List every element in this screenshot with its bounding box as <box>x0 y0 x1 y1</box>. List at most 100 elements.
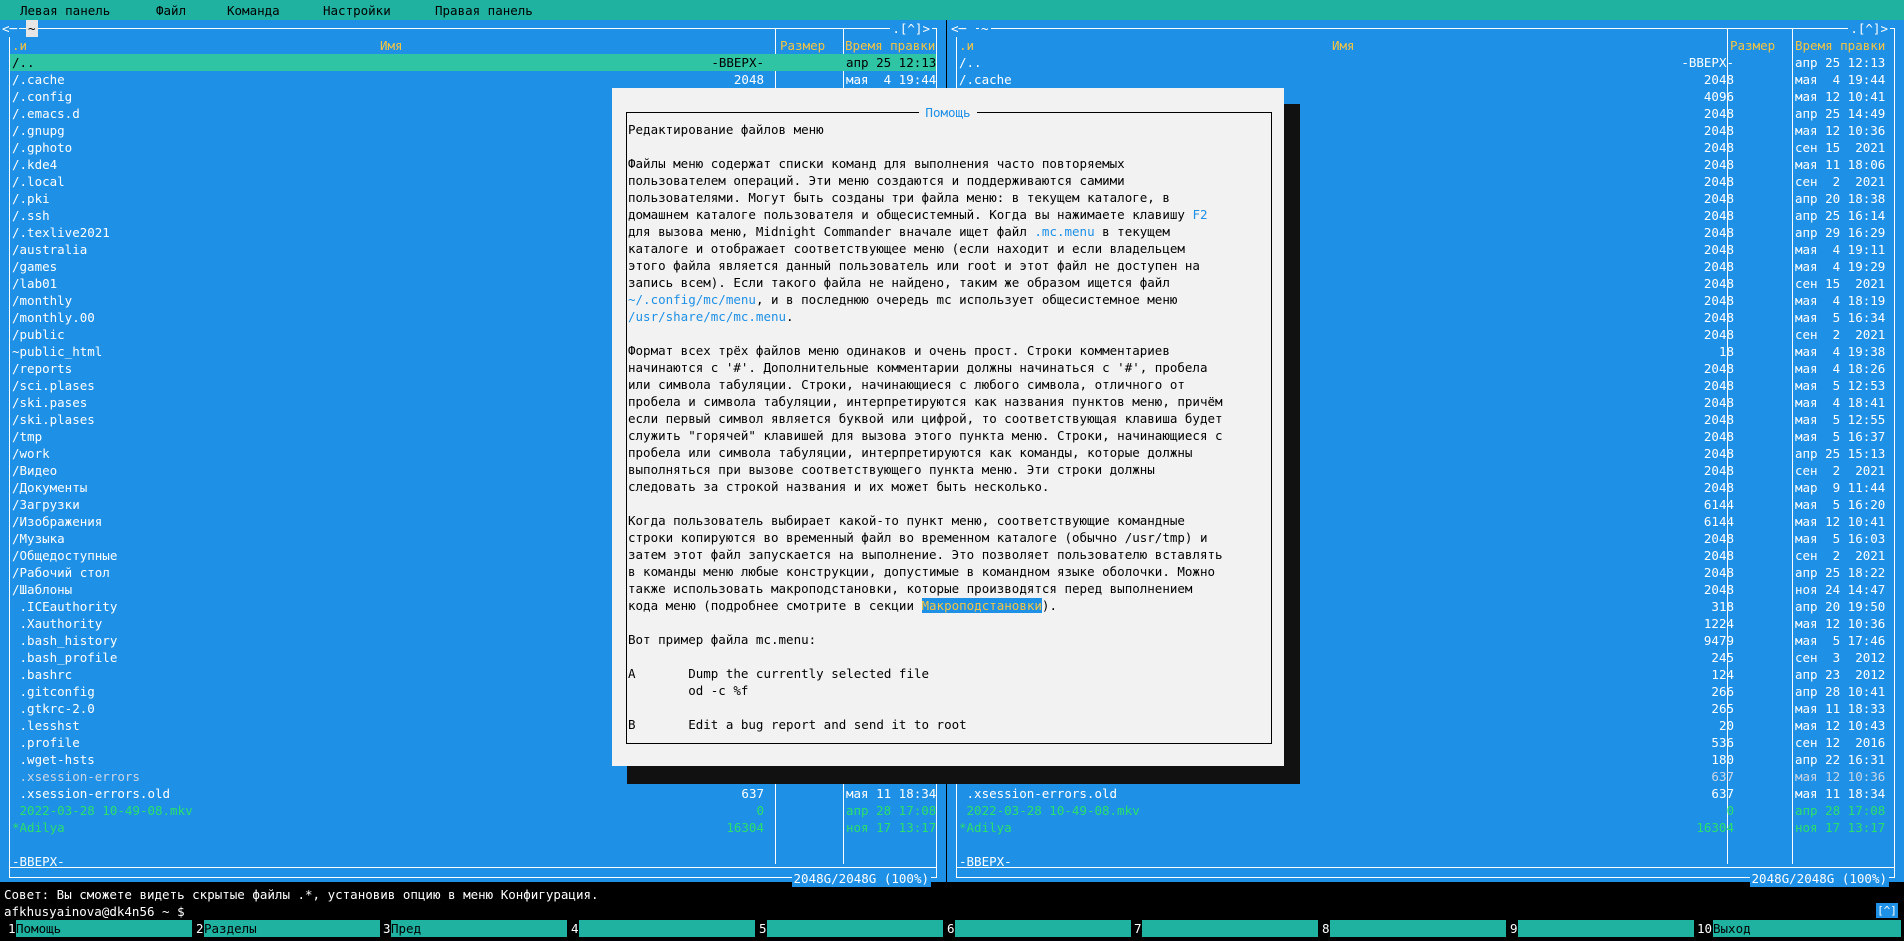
help-text-segment: ). <box>1041 598 1057 613</box>
help-dialog[interactable]: Помощь Редактирование файлов меню Файлы м… <box>612 88 1284 766</box>
help-link[interactable]: F2 <box>1192 207 1207 222</box>
help-line: запись всем). Если такого файла не найде… <box>628 274 1268 291</box>
file-mtime: апр 29 16:29 <box>1795 225 1886 240</box>
file-name: /.emacs.d <box>12 106 80 121</box>
file-row[interactable]: /.. -ВВЕРХ-апр 25 12:13 <box>957 54 1894 71</box>
help-line <box>628 495 1268 512</box>
fkey-number: 8 <box>1322 921 1330 936</box>
file-row[interactable]: .xsession-errors.old 637 мая 11 18:34 <box>957 785 1894 802</box>
help-link[interactable]: ~/.config/mc/menu <box>628 292 756 307</box>
command-history-button[interactable]: [^] <box>1876 903 1898 918</box>
file-mtime: сен 3 2012 <box>1795 650 1886 665</box>
file-name: /Музыка <box>12 531 65 546</box>
file-name: /monthly <box>12 293 73 308</box>
file-size: 637 <box>741 786 764 801</box>
right-sort-indicator[interactable]: .и <box>959 37 974 54</box>
fkey-7[interactable]: 7 <box>1134 920 1318 937</box>
file-mtime: мая 4 19:38 <box>1795 344 1886 359</box>
left-panel-path[interactable]: ~ <box>26 20 38 37</box>
file-size: 245 <box>1711 650 1734 665</box>
left-header-name[interactable]: Имя <box>380 37 403 54</box>
menu-left-panel[interactable]: Левая панель <box>20 2 110 19</box>
menu-file[interactable]: Файл <box>156 2 186 19</box>
file-size: 20 <box>1718 718 1734 733</box>
file-mtime: мая 4 19:44 <box>846 72 937 87</box>
menu-command[interactable]: Команда <box>227 2 280 19</box>
file-mtime: апр 25 12:13 <box>1795 55 1886 70</box>
fkey-3[interactable]: 3 Пред <box>383 920 567 937</box>
file-mtime: ноя 24 14:47 <box>1795 582 1886 597</box>
fkey-label: Разделы <box>204 920 380 937</box>
help-line: Файлы меню содержат списки команд для вы… <box>628 155 1268 172</box>
right-header-size[interactable]: Размер <box>1730 37 1775 54</box>
file-row[interactable]: *Adilya 16304 ноя 17 13:17 <box>10 819 936 836</box>
help-line: выполняться при вызове соответствующего … <box>628 461 1268 478</box>
fkey-number: 5 <box>759 921 767 936</box>
file-name: *Adilya <box>12 820 65 835</box>
file-size: 2048 <box>1703 225 1734 240</box>
menu-right-panel[interactable]: Правая панель <box>435 2 533 19</box>
help-text-segment: в команды меню любые конструкции, допуст… <box>628 564 1215 579</box>
file-name: /.. <box>959 55 982 70</box>
file-size: 180 <box>1711 752 1734 767</box>
left-panel-corner-controls[interactable]: .[^]> <box>890 20 932 37</box>
right-panel-path[interactable]: ~ <box>979 20 991 37</box>
file-row[interactable]: /.. -ВВЕРХ-апр 25 12:13 <box>10 54 936 71</box>
left-header-mtime[interactable]: Время правки <box>845 37 935 54</box>
help-line <box>628 648 1268 665</box>
file-row[interactable]: /.cache 2048 мая 4 19:44 <box>10 71 936 88</box>
help-line: ~/.config/mc/menu, и в последнюю очередь… <box>628 291 1268 308</box>
fkey-4[interactable]: 4 <box>571 920 755 937</box>
right-header-mtime[interactable]: Время правки <box>1795 37 1885 54</box>
fkey-number: 10 <box>1697 921 1713 936</box>
file-row[interactable]: *Adilya 16304 ноя 17 13:17 <box>957 819 1894 836</box>
file-name: /Загрузки <box>12 497 80 512</box>
file-name: .bash_profile <box>12 650 118 665</box>
right-panel-corner-controls[interactable]: .[^]> <box>1848 20 1890 37</box>
help-link[interactable]: Макроподстановки <box>921 598 1042 613</box>
file-mtime: апр 25 18:22 <box>1795 565 1886 580</box>
file-mtime: сен 2 2021 <box>1795 548 1886 563</box>
help-link[interactable]: /usr/share/mc/mc.menu <box>628 309 786 324</box>
file-size: 2048 <box>1703 140 1734 155</box>
left-header-size[interactable]: Размер <box>780 37 825 54</box>
file-name: .xsession-errors.old <box>12 786 171 801</box>
file-size: 2048 <box>733 72 764 87</box>
shell-prompt[interactable]: afkhusyainova@dk4n56 ~ $ <box>4 903 185 920</box>
fkey-5[interactable]: 5 <box>759 920 943 937</box>
file-size: 2048 <box>1703 276 1734 291</box>
fkey-2[interactable]: 2 Разделы <box>196 920 380 937</box>
file-row[interactable]: 2022-03-28 10-49-08.mkv 0 апр 28 17:08 <box>957 802 1894 819</box>
file-name: /.pki <box>12 191 50 206</box>
file-name: .wget-hsts <box>12 752 95 767</box>
fkey-label: Пред <box>391 920 567 937</box>
left-sort-indicator[interactable]: .и <box>12 37 27 54</box>
help-text-segment: пользователями. Могут быть созданы три ф… <box>628 190 1170 205</box>
right-header-name[interactable]: Имя <box>1332 37 1355 54</box>
file-size: 2048 <box>1703 582 1734 597</box>
file-size: 9479 <box>1703 633 1734 648</box>
file-name: /.config <box>12 89 73 104</box>
file-size: 2048 <box>1703 446 1734 461</box>
file-row[interactable]: 2022-03-28 10-49-08.mkv 0 апр 28 17:08 <box>10 802 937 819</box>
fkey-6[interactable]: 6 <box>947 920 1131 937</box>
fkey-label <box>1142 920 1318 937</box>
fkey-9[interactable]: 9 <box>1510 920 1694 937</box>
help-link[interactable]: .mc.menu <box>1034 224 1094 239</box>
file-name: .gtkrc-2.0 <box>12 701 95 716</box>
help-text-segment: каталоге и отображает соответствующее ме… <box>628 241 1185 256</box>
help-line: пробела или символа табуляции, интерпрет… <box>628 444 1268 461</box>
file-name: /Шаблоны <box>12 582 73 597</box>
file-mtime: апр 22 16:31 <box>1795 752 1886 767</box>
file-size: 2048 <box>1703 310 1734 325</box>
help-text[interactable]: Редактирование файлов меню Файлы меню сод… <box>628 121 1268 733</box>
file-row[interactable]: /.cache 2048 мая 4 19:44 <box>957 71 1894 88</box>
file-row[interactable]: .xsession-errors.old 637 мая 11 18:34 <box>10 785 937 802</box>
file-size: 16304 <box>1696 820 1734 835</box>
menu-options[interactable]: Настройки <box>323 2 391 19</box>
fkey-8[interactable]: 8 <box>1322 920 1506 937</box>
fkey-1[interactable]: 1 Помощь <box>8 920 192 937</box>
right-panel-arrow: <─ <box>949 20 976 37</box>
fkey-10[interactable]: 10 Выход <box>1697 920 1901 937</box>
file-mtime: мая 5 12:53 <box>1795 378 1886 393</box>
